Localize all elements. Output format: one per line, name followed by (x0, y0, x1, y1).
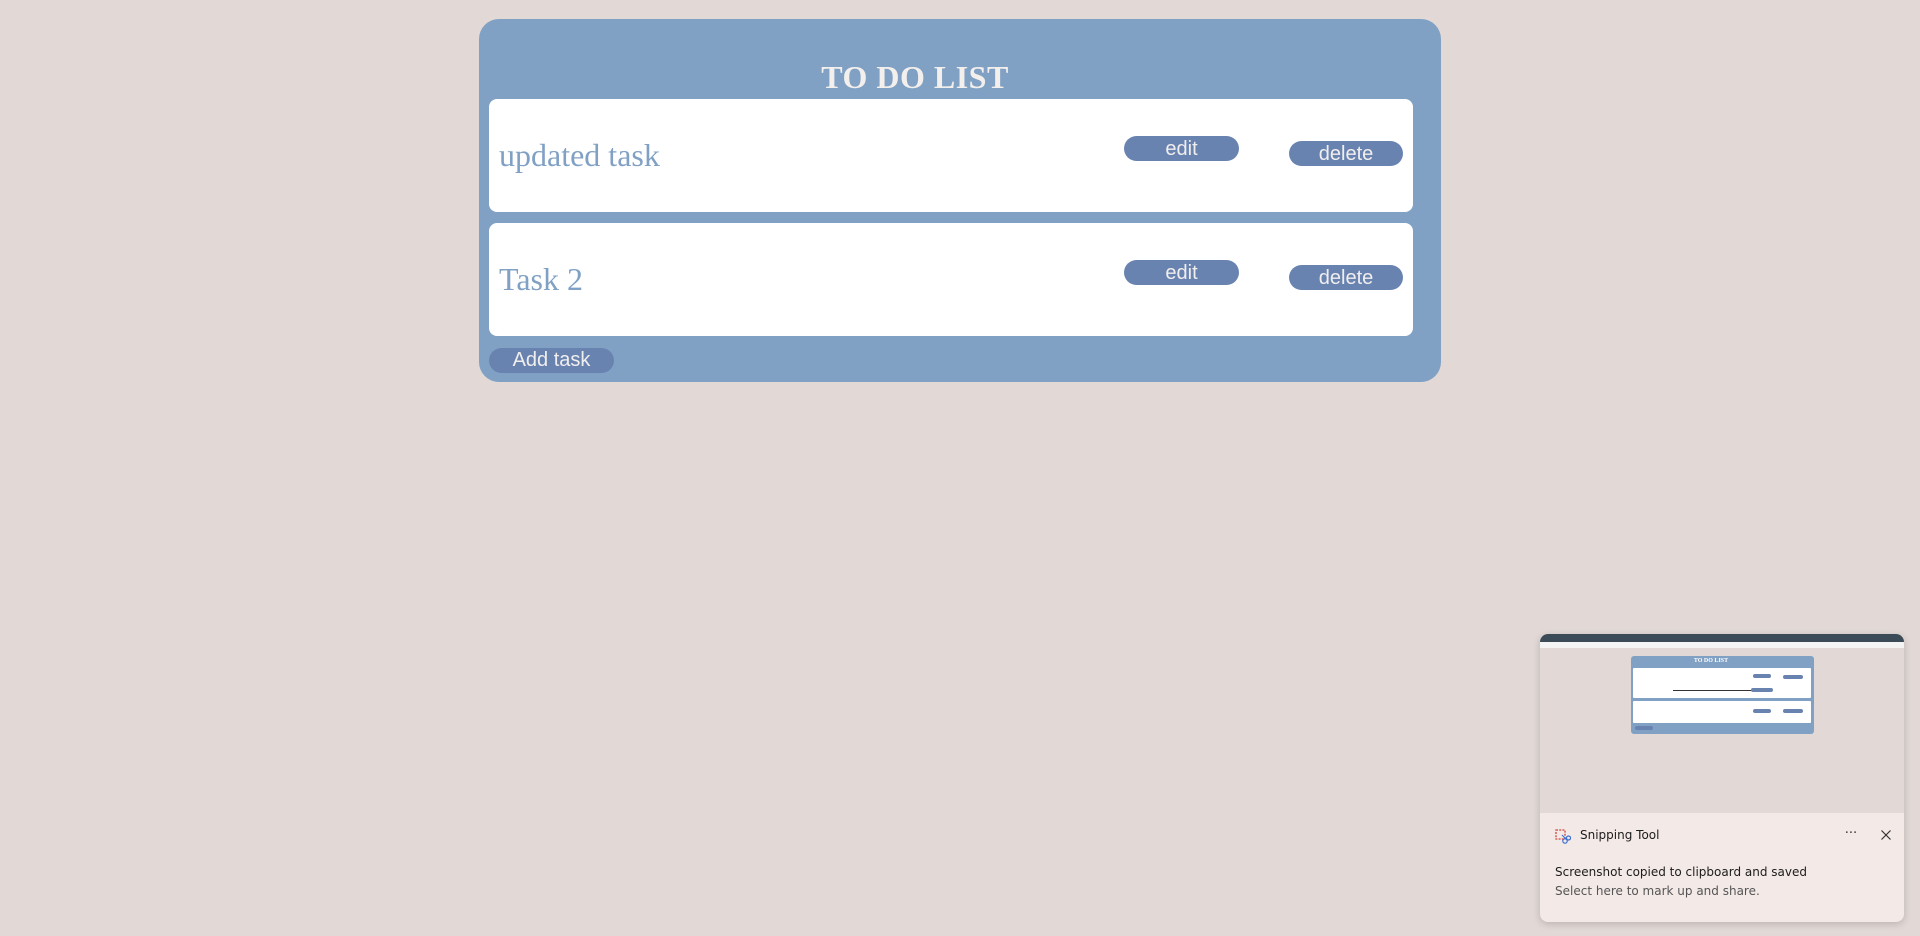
preview-title: TO DO LIST (1693, 658, 1729, 664)
snipping-tool-notification[interactable]: TO DO LIST Snipping Tool ··· Screenshot … (1540, 634, 1904, 922)
preview-task-row (1633, 668, 1811, 698)
preview-task-row (1633, 701, 1811, 723)
preview-add-pill (1635, 726, 1653, 730)
notification-message: Screenshot copied to clipboard and saved (1555, 865, 1807, 879)
preview-update-pill (1751, 688, 1773, 692)
notification-app-name: Snipping Tool (1580, 828, 1660, 842)
snipping-tool-icon (1555, 829, 1571, 844)
screenshot-preview[interactable]: TO DO LIST (1540, 634, 1904, 813)
edit-button[interactable]: edit (1124, 136, 1239, 161)
todo-card: TO DO LIST updated task edit delete Task… (479, 19, 1441, 382)
delete-button[interactable]: delete (1289, 265, 1403, 290)
task-row: updated task edit delete (489, 99, 1413, 212)
preview-delete-pill (1783, 675, 1803, 679)
preview-delete-pill (1783, 709, 1803, 713)
notification-sub-message: Select here to mark up and share. (1555, 884, 1760, 898)
notification-body[interactable]: Snipping Tool ··· Screenshot copied to c… (1540, 813, 1904, 922)
more-options-icon[interactable]: ··· (1840, 825, 1862, 845)
task-text: Task 2 (499, 261, 583, 297)
task-row: Task 2 edit delete (489, 223, 1413, 336)
preview-address-bar (1540, 642, 1904, 648)
preview-edit-pill (1753, 709, 1771, 713)
delete-button[interactable]: delete (1289, 141, 1403, 166)
page-title: TO DO LIST (821, 59, 1009, 95)
preview-edit-input (1673, 690, 1753, 691)
edit-button[interactable]: edit (1124, 260, 1239, 285)
close-icon[interactable] (1876, 825, 1896, 845)
preview-edit-pill (1753, 674, 1771, 678)
task-text: updated task (499, 137, 660, 173)
add-task-button[interactable]: Add task (489, 348, 614, 373)
preview-browser-tabs (1540, 634, 1904, 642)
preview-todo-card: TO DO LIST (1631, 656, 1814, 734)
